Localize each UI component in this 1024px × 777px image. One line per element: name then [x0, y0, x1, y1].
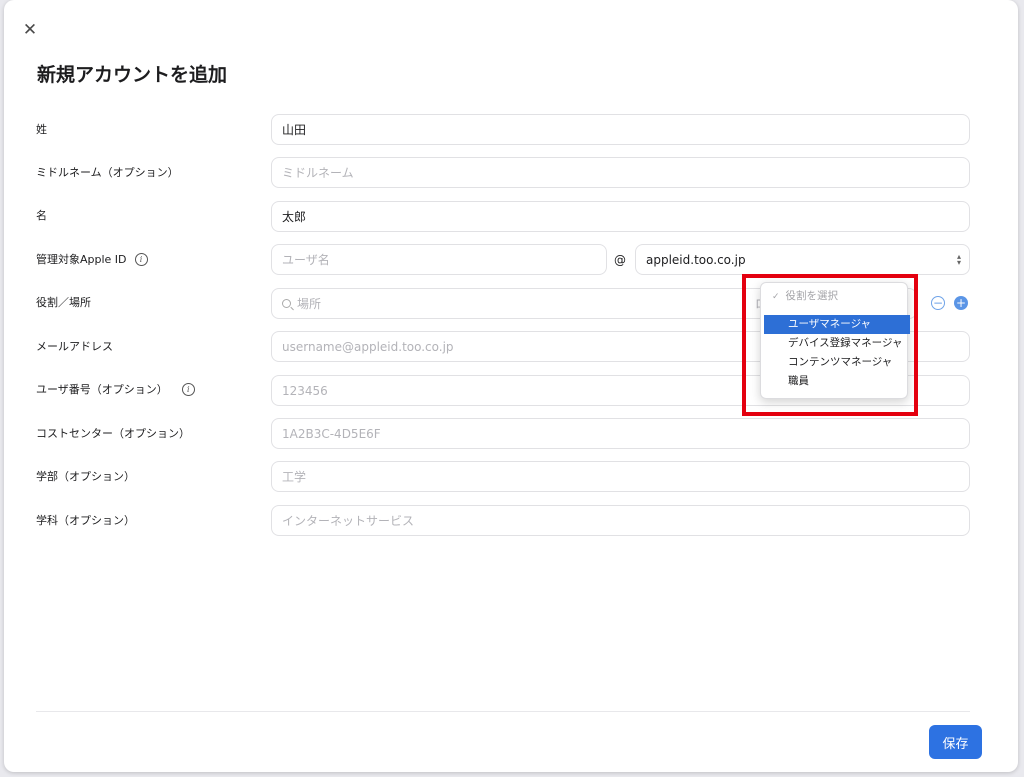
course-field[interactable]: インターネットサービス [271, 505, 970, 536]
annotation-highlight-box [742, 274, 918, 416]
domain-value: appleid.too.co.jp [646, 252, 746, 267]
last-name-label: 姓 [36, 123, 47, 136]
footer-divider [36, 711, 970, 712]
role-location-label: 役割／場所 [36, 296, 91, 309]
remove-role-button[interactable]: − [931, 296, 945, 310]
chevron-updown-icon: ▴▾ [956, 252, 961, 267]
user-number-label: ユーザ番号（オプション） i [36, 381, 195, 397]
cost-center-field[interactable]: 1A2B3C-4D5E6F [271, 418, 970, 449]
info-icon[interactable]: i [134, 252, 148, 266]
middle-name-label: ミドルネーム（オプション） [36, 166, 179, 179]
middle-name-field[interactable]: ミドルネーム [271, 157, 970, 188]
add-role-button[interactable]: + [954, 296, 968, 310]
department-label: 学部（オプション） [36, 470, 135, 483]
department-field[interactable]: 工学 [271, 461, 970, 492]
course-label: 学科（オプション） [36, 514, 135, 527]
last-name-field[interactable]: 山田 [271, 114, 970, 145]
first-name-label: 名 [36, 209, 47, 222]
search-icon [282, 299, 291, 308]
info-icon[interactable]: i [181, 382, 195, 396]
at-sign: @ [614, 253, 626, 267]
domain-select[interactable]: appleid.too.co.jp ▴ ▾ [635, 244, 970, 275]
location-placeholder: 場所 [297, 297, 322, 311]
page-title: 新規アカウントを追加 [37, 64, 228, 86]
managed-apple-id-label: 管理対象Apple ID i [36, 251, 148, 267]
user-number-label-text: ユーザ番号（オプション） [36, 383, 168, 396]
managed-apple-id-label-text: 管理対象Apple ID [36, 253, 127, 266]
close-icon[interactable]: ✕ [20, 20, 40, 40]
email-label: メールアドレス [36, 340, 113, 353]
cost-center-label: コストセンター（オプション） [36, 427, 190, 440]
save-button[interactable]: 保存 [929, 725, 982, 759]
first-name-field[interactable]: 太郎 [271, 201, 970, 232]
username-input[interactable]: ユーザ名 [271, 244, 607, 275]
